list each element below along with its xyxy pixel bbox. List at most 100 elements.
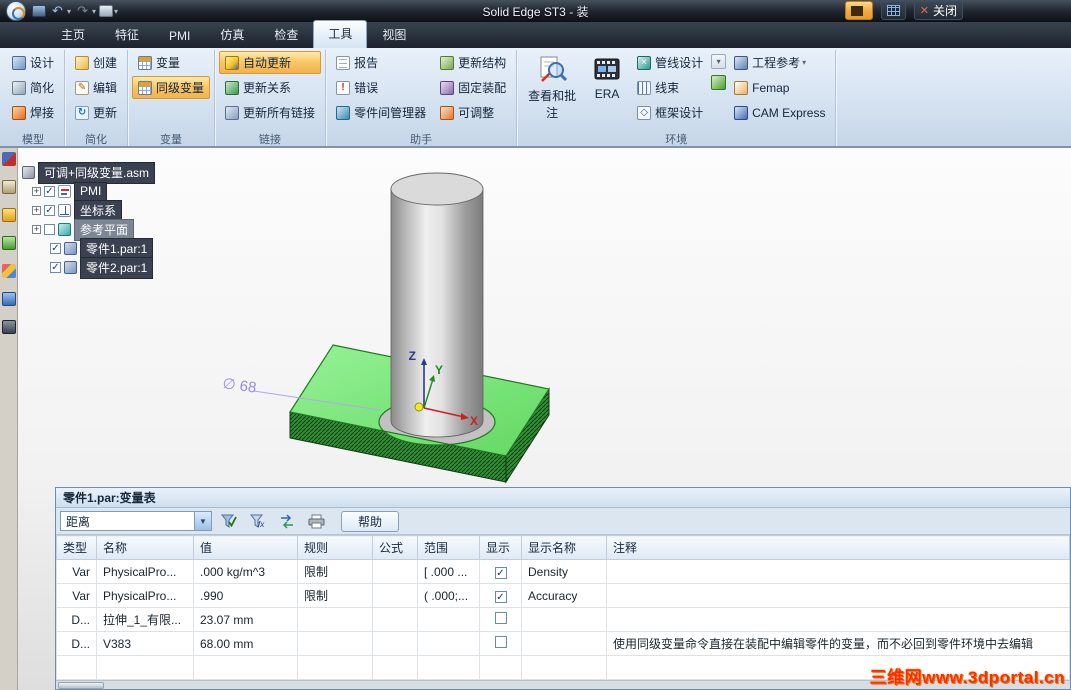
tab-inspect[interactable]: 检查 [259,22,313,48]
tree-item-coordinate-systems[interactable]: 坐标系 [32,199,155,222]
engineering-reference-button[interactable]: 工程参考 ▾ [728,51,831,74]
close-button[interactable]: ✕ 关闭 [913,1,963,20]
visibility-checkbox[interactable] [50,243,61,254]
update-structure-button[interactable]: 更新结构 [434,51,512,74]
family-tab-icon[interactable] [1,264,16,278]
tree-item-pmi[interactable]: PMI [32,182,155,201]
cell-range[interactable] [417,631,480,657]
save-icon[interactable] [32,5,46,17]
cell-comment[interactable] [606,607,1070,633]
column-header-rule[interactable]: 规则 [297,535,373,561]
column-header-value[interactable]: 值 [193,535,298,561]
tree-item-part2[interactable]: 零件2.par:1 [50,256,155,279]
expander-icon[interactable] [32,206,41,215]
tab-features[interactable]: 特征 [100,22,154,48]
variable-row[interactable]: Var PhysicalPro... .990 限制 ( .000;... Ac… [56,583,1070,609]
cell-value[interactable]: .000 kg/m^3 [193,559,298,585]
update-button[interactable]: ↻ 更新 [69,101,123,124]
variable-row[interactable]: D... 拉伸_1_有限... 23.07 mm [56,607,1070,633]
engineering-reference-dropdown-icon[interactable]: ▾ [802,58,806,67]
filter-dropdown[interactable]: 距离 ▼ [60,511,212,532]
tab-view[interactable]: 视图 [367,22,421,48]
fixed-assembly-button[interactable]: 固定装配 [434,76,512,99]
cell-name[interactable]: 拉伸_1_有限... [96,607,194,633]
cell-name[interactable]: PhysicalPro... [96,559,194,585]
era-button[interactable]: ERA [585,51,629,130]
show-checkbox[interactable] [494,612,507,625]
layers-tab-icon[interactable] [1,208,16,222]
cell-type[interactable]: Var [56,583,97,609]
visibility-checkbox[interactable] [50,262,61,273]
variable-row[interactable]: Var PhysicalPro... .000 kg/m^3 限制 [ .000… [56,559,1070,585]
help-button[interactable]: 帮助 [341,510,400,532]
undo-icon[interactable]: ↶ [49,3,66,19]
selection-tab-icon[interactable] [1,292,16,306]
cam-express-button[interactable]: CAM Express [728,101,831,124]
show-checkbox[interactable] [494,566,507,579]
dimension-label[interactable]: ∅ 68 [221,375,257,397]
cell-rule[interactable] [297,631,373,657]
cell-display-name[interactable] [521,607,607,633]
assembly-tool-button[interactable] [844,1,873,20]
simplify-button[interactable]: 简化 [6,76,60,99]
origin-point[interactable] [414,402,424,412]
cell-value[interactable]: .990 [193,583,298,609]
pathfinder-tab-icon[interactable] [1,152,16,166]
report-button[interactable]: 报告 [330,51,432,74]
print-table-button[interactable] [304,510,328,532]
tab-tools[interactable]: 工具 [313,20,368,48]
cell-formula[interactable] [372,559,418,585]
create-button[interactable]: 创建 [69,51,123,74]
cell-display-name[interactable]: Accuracy [521,583,607,609]
cell-type[interactable]: Var [56,559,97,585]
environment-more-icon[interactable]: ▾ [711,54,727,69]
auto-update-button[interactable]: 自动更新 [219,51,322,74]
column-header-display-name[interactable]: 显示名称 [521,535,607,561]
wire-harness-button[interactable]: 线束 [631,76,709,99]
visibility-checkbox[interactable] [44,205,55,216]
tools-tab-icon[interactable] [1,320,16,334]
tab-home[interactable]: 主页 [46,22,100,48]
peer-variables-button[interactable]: 同级变量 [132,76,211,99]
visibility-checkbox[interactable] [44,186,55,197]
tree-item-assembly[interactable]: 可调+同级变量.asm [22,161,156,184]
frame-design-button[interactable]: ◇ 框架设计 [631,101,709,124]
column-header-formula[interactable]: 公式 [372,535,418,561]
filter-formula-button[interactable]: fx [246,510,270,532]
edit-button[interactable]: ✎ 编辑 [69,76,123,99]
sensors-tab-icon[interactable] [1,236,16,250]
print-icon[interactable] [99,5,114,17]
cell-name[interactable]: PhysicalPro... [96,583,194,609]
femap-button[interactable]: Femap [728,76,831,99]
cell-range[interactable]: [ .000 ... [417,559,480,585]
cell-value[interactable]: 68.00 mm [193,631,298,657]
redo-dropdown-icon[interactable]: ▾ [92,7,96,16]
cell-range[interactable]: ( .000;... [417,583,480,609]
application-button[interactable] [6,1,26,21]
cylinder-body[interactable] [390,188,484,438]
cylinder-top-face[interactable] [390,172,484,206]
cell-formula[interactable] [372,631,418,657]
adjustable-button[interactable]: 可调整 [434,101,512,124]
visibility-checkbox[interactable] [44,224,55,235]
filter-check-button[interactable] [217,510,241,532]
tree-item-part1[interactable]: 零件1.par:1 [50,237,155,260]
cell-type[interactable]: D... [56,607,97,633]
cell-rule[interactable]: 限制 [297,559,373,585]
cell-value[interactable]: 23.07 mm [193,607,298,633]
tree-item-reference-planes[interactable]: 参考平面 [32,218,155,241]
expander-icon[interactable] [32,225,41,234]
cell-range[interactable] [417,607,480,633]
cell-comment[interactable] [606,583,1070,609]
tab-simulation[interactable]: 仿真 [205,22,259,48]
cell-formula[interactable] [372,607,418,633]
view-and-markup-button[interactable]: 查看和批注 [521,51,583,130]
show-checkbox[interactable] [494,636,507,649]
cell-name[interactable]: V383 [96,631,194,657]
environment-render-icon[interactable] [711,75,727,90]
design-button[interactable]: 设计 [6,51,60,74]
cell-comment[interactable]: 使用同级变量命令直接在装配中编辑零件的变量，而不必回到零件环境中去编辑 [606,631,1070,657]
column-header-name[interactable]: 名称 [96,535,194,561]
errors-button[interactable]: ! 错误 [330,76,432,99]
column-header-range[interactable]: 范围 [417,535,480,561]
